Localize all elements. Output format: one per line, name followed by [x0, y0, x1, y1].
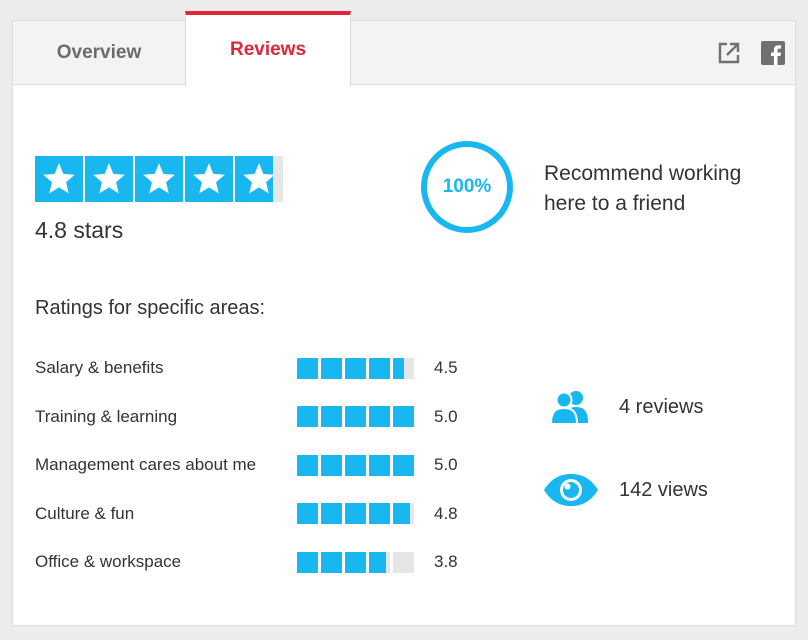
rating-bar [297, 454, 414, 476]
rating-segment [297, 357, 318, 379]
areas-title: Ratings for specific areas: [35, 297, 266, 319]
overall-star-rating [35, 156, 283, 202]
star-2 [85, 156, 133, 202]
external-link-icon[interactable] [717, 41, 741, 65]
rating-segment [345, 551, 366, 573]
rating-value: 4.5 [434, 358, 458, 378]
rating-bar [297, 406, 414, 428]
rating-segment [345, 406, 366, 428]
rating-segment [369, 454, 390, 476]
rating-segment [297, 406, 318, 428]
rating-label: Training & learning [35, 406, 178, 426]
rating-segment [297, 551, 318, 573]
rating-segment [321, 454, 342, 476]
rating-bar [297, 503, 414, 525]
rating-segment [393, 357, 414, 379]
area-ratings-list: Salary & benefits 4.5 Training & learning 5… [35, 344, 495, 587]
overall-rating-label: 4.8 stars [35, 217, 124, 243]
rating-segment [369, 503, 390, 525]
recommend-text: Recommend working here to a friend [544, 162, 742, 215]
rating-row: Training & learning 5.0 [35, 393, 495, 442]
rating-label: Salary & benefits [35, 358, 164, 378]
rating-row: Salary & benefits 4.5 [35, 344, 495, 393]
rating-value: 5.0 [434, 406, 458, 426]
rating-segment [321, 551, 342, 573]
rating-row: Office & workspace 3.8 [35, 538, 495, 587]
tab-bar: Overview Reviews [13, 11, 795, 86]
rating-segment [297, 454, 318, 476]
rating-segment [393, 503, 414, 525]
rating-label: Culture & fun [35, 503, 135, 523]
star-3 [135, 156, 183, 202]
users-icon [541, 389, 601, 425]
rating-segment [393, 454, 414, 476]
rating-value: 5.0 [434, 455, 458, 475]
rating-segment [321, 406, 342, 428]
tab-reviews[interactable]: Reviews [185, 11, 351, 86]
rating-segment [393, 551, 414, 573]
reviews-count-stat: 4 reviews [541, 389, 703, 425]
rating-row: Culture & fun 4.8 [35, 490, 495, 539]
reviews-count: 4 reviews [619, 395, 704, 418]
rating-value: 3.8 [434, 552, 458, 572]
rating-label: Management cares about me [35, 455, 257, 475]
rating-row: Management cares about me 5.0 [35, 441, 495, 490]
star-5 [235, 156, 283, 202]
header-actions [717, 41, 785, 65]
rating-segment [369, 357, 390, 379]
rating-segment [345, 357, 366, 379]
facebook-icon[interactable] [761, 41, 785, 65]
eye-icon [541, 473, 601, 507]
tab-overview[interactable]: Overview [13, 21, 185, 85]
rating-segment [393, 406, 414, 428]
rating-segment [345, 454, 366, 476]
star-4 [185, 156, 233, 202]
recommend-percent-badge: 100% [421, 141, 513, 233]
star-1 [35, 156, 83, 202]
rating-segment [321, 503, 342, 525]
rating-label: Office & workspace [35, 552, 182, 572]
rating-segment [369, 406, 390, 428]
rating-segment [345, 503, 366, 525]
rating-segment [321, 357, 342, 379]
views-count-stat: 142 views [541, 473, 708, 507]
views-count: 142 views [619, 478, 708, 501]
reviews-card: Overview Reviews 4.8 stars 100% Recommen… [12, 11, 796, 626]
rating-segment [369, 551, 390, 573]
rating-bar [297, 551, 414, 573]
rating-bar [297, 357, 414, 379]
rating-segment [297, 503, 318, 525]
rating-value: 4.8 [434, 503, 458, 523]
